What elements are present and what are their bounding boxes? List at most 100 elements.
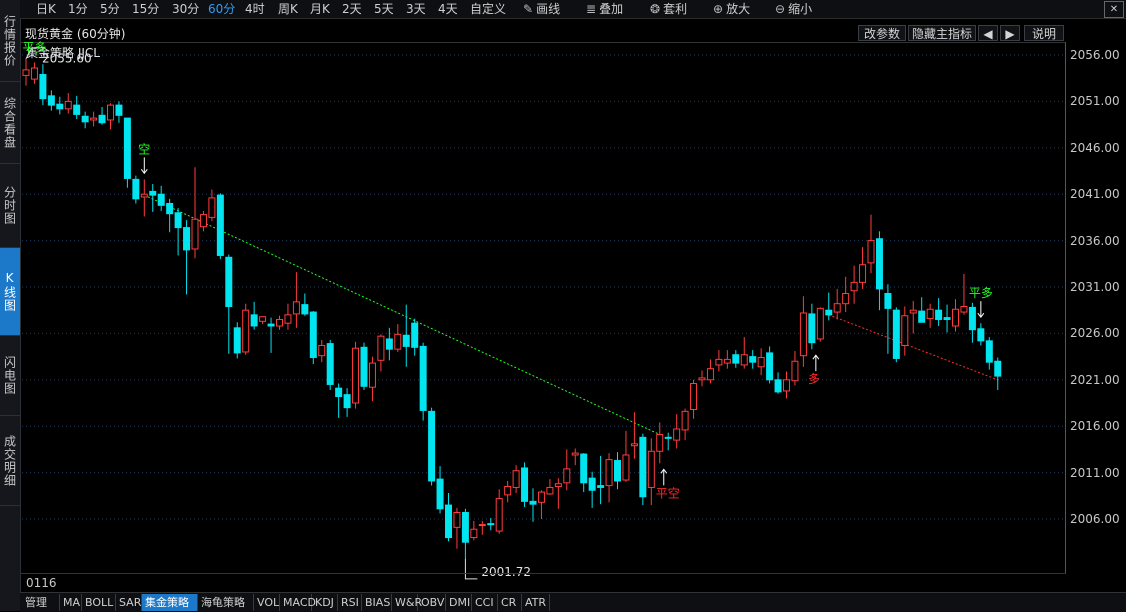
candle-down — [98, 114, 106, 124]
candle-up — [453, 512, 461, 528]
signal-label: 平多 — [969, 286, 993, 300]
price-axis: 2056.00 2051.00 2046.00 2041.00 2036.00 2031.… — [1067, 42, 1126, 573]
candlestick-chart[interactable]: 2055.602001.72空平空多平多平多 — [0, 0, 1126, 611]
candle-down — [183, 227, 191, 251]
indicator-tab-15[interactable]: CR — [498, 594, 522, 611]
indicator-tab-6[interactable]: VOL — [254, 594, 280, 611]
candle-down — [529, 500, 537, 505]
price-tick-label: 2006.00 — [1070, 512, 1120, 526]
candle-up — [791, 360, 799, 382]
candle-down — [436, 478, 444, 510]
price-tick-label: 2016.00 — [1070, 419, 1120, 434]
indicator-tab-12[interactable]: OBV — [418, 594, 446, 611]
signal-label: 平空 — [656, 486, 680, 500]
indicator-tab-1[interactable]: MA — [60, 594, 82, 611]
indicator-tab-10[interactable]: BIAS — [362, 594, 392, 611]
candle-up — [368, 362, 376, 388]
candle-up — [64, 100, 72, 110]
candle-down — [639, 436, 647, 498]
indicator-tab-2[interactable]: BOLL — [82, 594, 116, 611]
candle-up — [622, 454, 630, 481]
indicator-tab-9[interactable]: RSI — [338, 594, 362, 611]
candle-up — [833, 303, 841, 313]
indicator-tab-13[interactable]: DMI — [446, 594, 472, 611]
indicator-tab-11[interactable]: W&R — [392, 594, 422, 611]
price-tick-label: 2021.00 — [1070, 372, 1120, 387]
indicator-tab-4[interactable]: 集金策略 — [142, 594, 198, 611]
candle-up — [859, 264, 867, 283]
candle-down — [233, 327, 241, 354]
candle-down — [487, 523, 495, 526]
candle-down — [445, 504, 452, 539]
candle-down — [385, 338, 393, 350]
candle-down — [123, 117, 131, 179]
candle-down — [174, 212, 182, 229]
signal-label: 空 — [138, 142, 150, 156]
candle-up — [259, 316, 267, 322]
price-tick-label: 2011.00 — [1070, 465, 1120, 480]
candle-up — [706, 368, 714, 381]
indicator-tab-0[interactable]: 管理 — [22, 594, 60, 611]
candle-down — [56, 103, 64, 110]
candle-down — [132, 178, 140, 200]
indicator-tab-3[interactable]: SAR — [116, 594, 142, 611]
candle-down — [943, 317, 951, 320]
candle-down — [301, 304, 309, 315]
candle-down — [309, 311, 317, 359]
price-tick-label: 2041.00 — [1070, 187, 1120, 202]
candle-up — [571, 452, 579, 456]
candle-down — [749, 356, 757, 363]
candle-down — [521, 467, 529, 502]
candle-down — [250, 314, 258, 327]
candle-down — [875, 238, 883, 290]
indicator-tab-14[interactable]: CCI — [472, 594, 498, 611]
candle-down — [166, 202, 174, 215]
indicator-tab-5[interactable]: 海龟策略 — [198, 594, 254, 611]
indicator-tab-8[interactable]: KDJ — [312, 594, 338, 611]
candle-down — [81, 115, 89, 123]
candle-down — [825, 309, 833, 316]
candle-down — [580, 453, 588, 484]
candle-up — [563, 468, 571, 484]
price-tick-label: 2036.00 — [1070, 233, 1120, 248]
candle-up — [199, 214, 207, 228]
candle-up — [554, 483, 562, 488]
candle-up — [647, 450, 655, 488]
candle-down — [892, 309, 900, 359]
candle-down — [428, 410, 436, 482]
candle-up — [630, 443, 638, 447]
price-tick-label: 2031.00 — [1070, 280, 1120, 294]
candle-up — [352, 347, 360, 404]
candle-down — [918, 310, 926, 323]
indicator-tab-7[interactable]: MACD — [280, 594, 316, 611]
candle-down — [115, 104, 123, 116]
candle-up — [276, 318, 283, 327]
indicator-tab-16[interactable]: ATR — [522, 594, 550, 611]
candle-up — [656, 434, 664, 452]
candle-down — [985, 340, 993, 363]
bar-count-bar: 0116 — [20, 573, 1066, 592]
candle-down — [360, 346, 368, 387]
candle-down — [614, 460, 621, 482]
candle-up — [107, 104, 114, 121]
candle-down — [267, 323, 275, 327]
candle-up — [394, 333, 402, 350]
candle-up — [208, 197, 216, 218]
candle-up — [242, 309, 250, 353]
candle-down — [766, 352, 774, 381]
candle-down — [774, 379, 782, 393]
candle-up — [690, 383, 698, 410]
candle-up — [867, 240, 875, 264]
candle-down — [343, 394, 351, 409]
candle-up — [783, 379, 790, 392]
candle-up — [673, 428, 681, 441]
candle-down — [149, 190, 157, 196]
candle-down — [588, 477, 596, 491]
candle-up — [495, 498, 503, 532]
candle-down — [402, 334, 410, 347]
candle-up — [90, 117, 98, 121]
candle-up — [757, 357, 765, 368]
candle-up — [926, 308, 934, 320]
price-tick-label: 2056.00 — [1070, 48, 1120, 62]
price-tick-label: 2046.00 — [1070, 140, 1120, 155]
